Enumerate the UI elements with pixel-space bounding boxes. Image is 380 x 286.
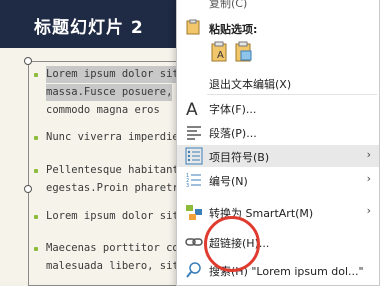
submenu-arrow-icon: › xyxy=(366,172,371,185)
bullet-marker xyxy=(34,169,38,173)
resize-handle-left[interactable] xyxy=(24,185,32,193)
svg-text:3: 3 xyxy=(186,183,189,189)
slide-title[interactable]: 标题幻灯片 2 xyxy=(34,13,144,38)
clipboard-icon xyxy=(185,19,203,37)
menu-item-numbering[interactable]: 1 2 3 编号(N) › xyxy=(177,169,379,191)
bullets-icon xyxy=(185,147,203,165)
bullet-marker xyxy=(34,247,38,251)
numbering-icon: 1 2 3 xyxy=(185,171,203,189)
menu-item-search[interactable]: 搜索(H) "Lorem ipsum dol..." xyxy=(177,259,379,281)
svg-text:A: A xyxy=(217,50,224,61)
menu-item-font[interactable]: A 字体(F)... xyxy=(177,97,379,120)
bullet-marker xyxy=(34,215,38,219)
svg-text:A: A xyxy=(186,100,198,117)
paste-keep-text-icon[interactable]: A xyxy=(211,41,229,63)
slide-title-bar: 标题幻灯片 2 xyxy=(0,0,200,48)
submenu-arrow-icon: › xyxy=(366,148,371,161)
paste-picture-icon[interactable] xyxy=(235,41,253,63)
link-icon xyxy=(185,233,203,251)
menu-item-exit-text-edit[interactable]: 退出文本编辑(X) xyxy=(177,72,379,94)
menu-item-convert-smartart[interactable]: 转换为 SmartArt(M) › xyxy=(177,201,379,223)
paragraph-icon xyxy=(185,123,203,141)
menu-separator xyxy=(207,94,377,95)
menu-item-paragraph[interactable]: 段落(P)... xyxy=(177,121,379,143)
bullet-line: Lorem ipsum dolor sit xyxy=(46,66,179,83)
menu-item-copy[interactable]: 复制(C) xyxy=(177,0,379,17)
menu-item-label: 项目符号(B) xyxy=(209,151,270,164)
bullet-line: Nunc viverra imperdie xyxy=(46,131,179,143)
bullet-line: Maecenas porttitor co xyxy=(46,242,179,254)
bullet-line: Lorem ipsum dolor sit xyxy=(46,210,179,222)
highlight-circle xyxy=(204,216,260,272)
paste-options-label: 粘贴选项: xyxy=(209,23,258,36)
bullet-line: Pellentesque habitant xyxy=(46,164,179,176)
bullet-line: commodo magna eros xyxy=(46,104,160,116)
menu-item-label: 字体(F)... xyxy=(209,103,257,116)
resize-handle-top-left[interactable] xyxy=(24,57,32,65)
search-icon xyxy=(185,261,203,279)
font-icon: A xyxy=(185,99,203,120)
menu-item-label: 退出文本编辑(X) xyxy=(209,78,292,91)
bullet-line: malesuada libero, sit a xyxy=(46,260,192,272)
bullet-marker xyxy=(34,73,38,77)
bullet-marker xyxy=(34,136,38,140)
menu-item-bullets[interactable]: 项目符号(B) › xyxy=(177,145,379,167)
bullet-line: egestas.Proin pharetra xyxy=(46,182,186,194)
menu-item-label: 复制(C) xyxy=(209,0,248,10)
smartart-icon xyxy=(185,203,203,221)
bullet-line: massa.Fusce posuere, xyxy=(46,84,173,101)
menu-item-label: 编号(N) xyxy=(209,175,248,188)
paste-options-header: 粘贴选项: xyxy=(177,17,379,39)
submenu-arrow-icon: › xyxy=(366,204,371,217)
menu-item-label: 段落(P)... xyxy=(209,127,257,140)
